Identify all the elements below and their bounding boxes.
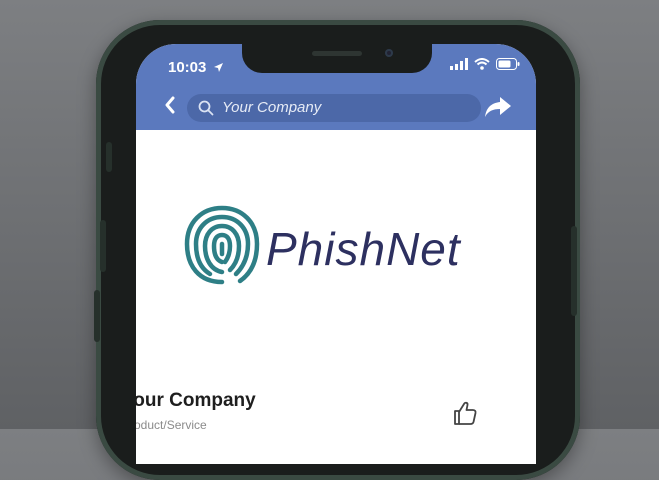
app-header: 10:03 Your Company: [136, 44, 536, 130]
phone-side-button: [106, 142, 112, 172]
brand-name: PhishNet: [266, 223, 461, 275]
page-name[interactable]: Your Company: [136, 390, 256, 412]
phone-camera: [385, 49, 393, 57]
share-button[interactable]: [484, 96, 512, 123]
like-button[interactable]: [452, 400, 478, 431]
chevron-left-icon: [165, 96, 175, 114]
page-category: Product/Service: [136, 418, 207, 432]
phone-screen: 10:03 Your Company PhishNet our Company …: [136, 44, 536, 464]
phone-speaker: [312, 51, 362, 56]
battery-icon: [496, 58, 520, 70]
cellular-signal-icon: [450, 58, 468, 70]
thumbs-up-icon: [454, 401, 477, 425]
search-icon: [198, 100, 214, 116]
status-icons: [450, 58, 520, 70]
phone-side-button: [100, 220, 106, 272]
share-arrow-icon: [485, 97, 511, 117]
back-button[interactable]: [164, 96, 176, 118]
search-input[interactable]: Your Company: [187, 94, 481, 122]
fingerprint-icon: [184, 205, 260, 285]
page-info-card: Your Company Product/Service: [136, 380, 536, 464]
status-time: 10:03: [168, 59, 207, 76]
phone-notch: [242, 44, 432, 73]
location-arrow-icon: [214, 63, 223, 72]
search-text: Your Company: [222, 99, 322, 116]
phone-side-button: [94, 290, 100, 342]
brand-logo: PhishNet: [184, 204, 484, 294]
wifi-icon: [474, 58, 490, 70]
phone-power-button: [571, 226, 577, 316]
